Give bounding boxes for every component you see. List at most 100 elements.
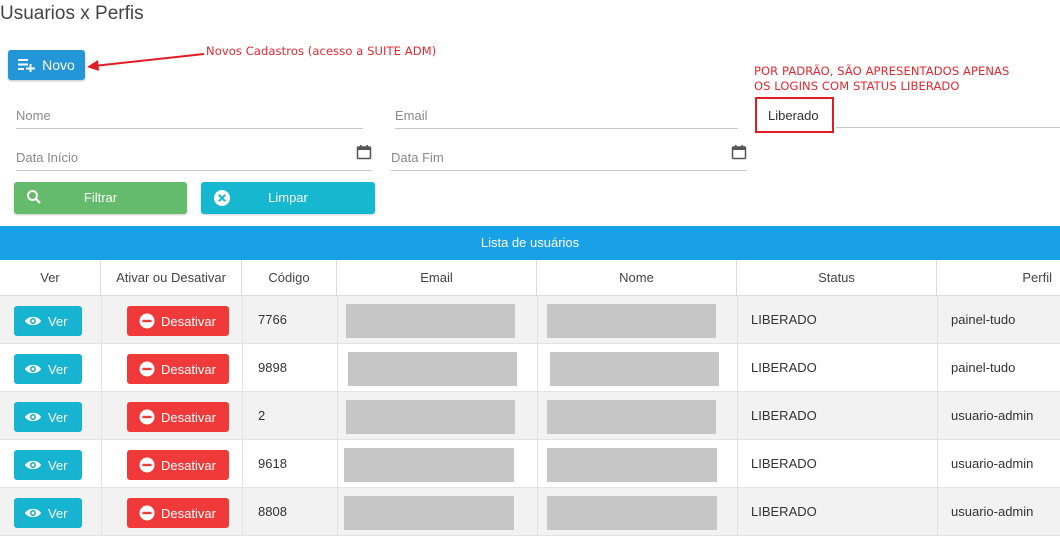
- column-divider: [737, 296, 738, 344]
- limpar-button[interactable]: Limpar: [201, 182, 375, 214]
- header-status: Status: [737, 260, 937, 296]
- data-inicio-field[interactable]: Data Início: [16, 145, 372, 171]
- ver-label: Ver: [48, 506, 68, 521]
- email-placeholder: Email: [395, 108, 428, 123]
- status-select[interactable]: Liberado: [768, 108, 819, 123]
- desativar-label: Desativar: [161, 410, 216, 425]
- column-divider: [101, 344, 102, 392]
- minus-circle-icon: [139, 505, 155, 524]
- eye-icon: [24, 362, 42, 379]
- data-fim-placeholder: Data Fim: [391, 150, 444, 165]
- ver-button[interactable]: Ver: [14, 354, 82, 384]
- header-ver: Ver: [0, 260, 101, 296]
- column-divider: [937, 488, 938, 536]
- novo-annotation: Novos Cadastros (acesso a SUITE ADM): [206, 44, 437, 58]
- status-cell: LIBERADO: [751, 312, 817, 327]
- nome-redacted: [547, 448, 717, 482]
- column-divider: [337, 344, 338, 392]
- column-divider: [242, 344, 243, 392]
- column-divider: [242, 488, 243, 536]
- ver-button[interactable]: Ver: [14, 306, 82, 336]
- status-cell: LIBERADO: [751, 504, 817, 519]
- email-redacted: [344, 448, 514, 482]
- table-row: Ver Desativar 2 LIBERADO usuario-admin: [0, 392, 1060, 440]
- column-divider: [737, 344, 738, 392]
- status-cell: LIBERADO: [751, 408, 817, 423]
- status-annotation-line2: OS LOGINS COM STATUS LIBERADO: [754, 79, 960, 93]
- status-cell: LIBERADO: [751, 456, 817, 471]
- perfil-cell: usuario-admin: [951, 408, 1034, 423]
- annotation-arrow: [87, 53, 205, 71]
- ver-label: Ver: [48, 410, 68, 425]
- filtrar-label: Filtrar: [83, 190, 118, 205]
- column-divider: [937, 392, 938, 440]
- minus-circle-icon: [139, 313, 155, 332]
- ver-button[interactable]: Ver: [14, 402, 82, 432]
- desativar-button[interactable]: Desativar: [127, 498, 229, 528]
- perfil-cell: usuario-admin: [951, 456, 1034, 471]
- nome-field[interactable]: Nome: [16, 106, 363, 129]
- limpar-label: Limpar: [268, 190, 308, 205]
- table-row: Ver Desativar 8808 LIBERADO usuario-admi…: [0, 488, 1060, 536]
- column-divider: [101, 488, 102, 536]
- desativar-button[interactable]: Desativar: [127, 306, 229, 336]
- column-divider: [242, 440, 243, 488]
- column-divider: [537, 440, 538, 488]
- column-divider: [101, 392, 102, 440]
- desativar-button[interactable]: Desativar: [127, 450, 229, 480]
- data-inicio-placeholder: Data Início: [16, 150, 79, 165]
- header-ativar: Ativar ou Desativar: [101, 260, 242, 296]
- column-divider: [337, 488, 338, 536]
- codigo-cell: 9898: [258, 360, 287, 375]
- desativar-label: Desativar: [161, 362, 216, 377]
- email-field[interactable]: Email: [395, 106, 738, 129]
- nome-redacted: [550, 352, 719, 386]
- ver-label: Ver: [48, 458, 68, 473]
- status-select-underline: [836, 127, 1060, 128]
- desativar-label: Desativar: [161, 314, 216, 329]
- novo-label: Novo: [42, 57, 75, 73]
- desativar-button[interactable]: Desativar: [127, 402, 229, 432]
- codigo-cell: 7766: [258, 312, 287, 327]
- calendar-icon[interactable]: [731, 144, 747, 165]
- eye-icon: [24, 458, 42, 475]
- column-divider: [337, 440, 338, 488]
- filtrar-button[interactable]: Filtrar: [14, 182, 187, 214]
- column-divider: [937, 440, 938, 488]
- codigo-cell: 8808: [258, 504, 287, 519]
- table-row: Ver Desativar 7766 LIBERADO painel-tudo: [0, 296, 1060, 344]
- column-divider: [242, 296, 243, 344]
- page-title: Usuarios x Perfis: [0, 3, 144, 24]
- playlist-add-icon: [18, 58, 36, 72]
- minus-circle-icon: [139, 409, 155, 428]
- ver-label: Ver: [48, 314, 68, 329]
- column-divider: [937, 344, 938, 392]
- email-redacted: [346, 304, 515, 338]
- column-divider: [337, 392, 338, 440]
- header-codigo: Código: [242, 260, 337, 296]
- email-redacted: [344, 496, 514, 530]
- codigo-cell: 9618: [258, 456, 287, 471]
- email-redacted: [348, 352, 517, 386]
- eye-icon: [24, 314, 42, 331]
- table-header: Ver Ativar ou Desativar Código Email Nom…: [0, 260, 1060, 296]
- desativar-button[interactable]: Desativar: [127, 354, 229, 384]
- header-email: Email: [337, 260, 537, 296]
- header-nome: Nome: [537, 260, 737, 296]
- data-fim-field[interactable]: Data Fim: [391, 145, 747, 171]
- perfil-cell: painel-tudo: [951, 312, 1016, 327]
- table-title: Lista de usuários: [0, 226, 1060, 260]
- novo-button[interactable]: Novo: [8, 50, 85, 80]
- nome-redacted: [547, 496, 717, 530]
- perfil-cell: usuario-admin: [951, 504, 1034, 519]
- ver-label: Ver: [48, 362, 68, 377]
- header-perfil: Perfil: [937, 260, 1060, 296]
- status-cell: LIBERADO: [751, 360, 817, 375]
- column-divider: [537, 296, 538, 344]
- calendar-icon[interactable]: [356, 144, 372, 165]
- ver-button[interactable]: Ver: [14, 450, 82, 480]
- column-divider: [537, 392, 538, 440]
- nome-redacted: [547, 400, 716, 434]
- ver-button[interactable]: Ver: [14, 498, 82, 528]
- column-divider: [337, 296, 338, 344]
